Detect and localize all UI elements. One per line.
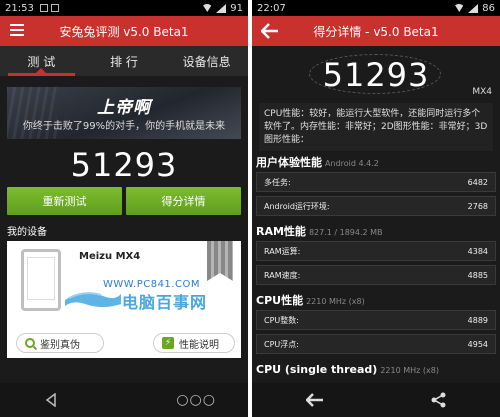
device-name: Meizu MX4	[79, 251, 141, 262]
tab-test[interactable]: 测 试	[0, 46, 83, 76]
device-card: Meizu MX4 WWW.PC841.COM 电脑百事网 鉴别真伪 ⚡ 性能说…	[7, 241, 241, 358]
score-row: RAM运算: 4384	[256, 241, 496, 261]
section-ram-title: RAM性能 827.1 / 1894.2 MB	[256, 225, 383, 238]
total-score: 51293	[70, 146, 178, 184]
device-model: MX4	[472, 87, 492, 97]
tab-ranking[interactable]: 排 行	[83, 46, 166, 76]
system-nav-bar	[252, 383, 500, 417]
tab-bar: 测 试 排 行 设备信息	[0, 46, 248, 76]
more-dots-icon[interactable]: ○○○	[176, 392, 216, 408]
perf-label: 性能说明	[179, 339, 219, 351]
watermark-logo-icon	[65, 292, 121, 307]
banner-title: 上帝啊	[97, 98, 151, 118]
score-row: Android运行环境: 2768	[256, 196, 496, 216]
share-icon[interactable]	[431, 392, 447, 408]
verify-label: 鉴别真伪	[40, 339, 80, 351]
signal-icon	[216, 3, 227, 13]
left-screen: 21:53 91 安兔兔评测 v5.0 Beta1 测 试 排 行 设备信息 上…	[0, 0, 248, 417]
status-time: 22:07	[257, 2, 286, 14]
result-banner: 上帝啊 你终于击败了99%的对手，你的手机就是未来	[7, 87, 241, 139]
status-bar: 21:53 91	[0, 0, 248, 16]
bookmark-icon	[207, 241, 233, 281]
action-buttons: 重新测试 得分详情	[7, 187, 241, 215]
section-ux-title: 用户体验性能 Android 4.4.2	[256, 156, 379, 169]
back-arrow-icon[interactable]	[260, 23, 279, 39]
tab-device-info[interactable]: 设备信息	[165, 46, 248, 76]
signal-icon	[468, 3, 479, 13]
retest-button[interactable]: 重新测试	[7, 187, 122, 215]
my-device-heading: 我的设备	[7, 227, 47, 238]
watermark-text: 电脑百事网	[122, 293, 208, 312]
system-nav-bar: ○○○	[0, 383, 248, 417]
app-title-bar: 安兔兔评测 v5.0 Beta1	[0, 16, 248, 46]
battery-level: 91	[230, 2, 243, 14]
notification-icon	[39, 4, 48, 12]
banner-subtitle: 你终于击败了99%的对手，你的手机就是未来	[22, 121, 226, 132]
section-cpu-single-title: CPU (single thread) 2210 MHz (x8)	[256, 363, 439, 376]
score-details-button[interactable]: 得分详情	[126, 187, 241, 215]
phone-outline-icon	[21, 249, 61, 311]
wifi-icon	[202, 4, 213, 12]
status-bar: 22:07 86	[252, 0, 500, 16]
performance-summary: CPU性能：较好，能运行大型软件，还能同时运行多个软件了。内存性能：非常好；2D…	[259, 103, 493, 151]
performance-info-button[interactable]: ⚡ 性能说明	[153, 333, 235, 353]
verify-authentic-button[interactable]: 鉴别真伪	[16, 333, 104, 353]
total-score: 51293	[322, 56, 430, 94]
score-row: CPU浮点: 4954	[256, 334, 496, 354]
score-row: 多任务: 6482	[256, 172, 496, 192]
notification-icon	[50, 4, 59, 12]
wifi-icon	[454, 4, 465, 12]
score-row: RAM速度: 4885	[256, 265, 496, 285]
search-icon	[25, 338, 35, 348]
details-title-bar: 得分详情 - v5.0 Beta1	[252, 16, 500, 46]
section-cpu-title: CPU性能 2210 MHz (x8)	[256, 294, 365, 307]
bolt-icon: ⚡	[162, 337, 174, 349]
score-row: CPU整数: 4889	[256, 310, 496, 330]
back-arrow-icon[interactable]	[305, 393, 324, 407]
app-title: 安兔兔评测 v5.0 Beta1	[59, 24, 189, 39]
back-triangle-icon[interactable]	[44, 393, 58, 407]
details-title: 得分详情 - v5.0 Beta1	[313, 24, 439, 39]
status-time: 21:53	[5, 2, 34, 14]
battery-level: 86	[482, 2, 495, 14]
menu-icon[interactable]	[10, 24, 24, 36]
right-screen: 22:07 86 得分详情 - v5.0 Beta1 51293 MX4 CPU…	[252, 0, 500, 417]
